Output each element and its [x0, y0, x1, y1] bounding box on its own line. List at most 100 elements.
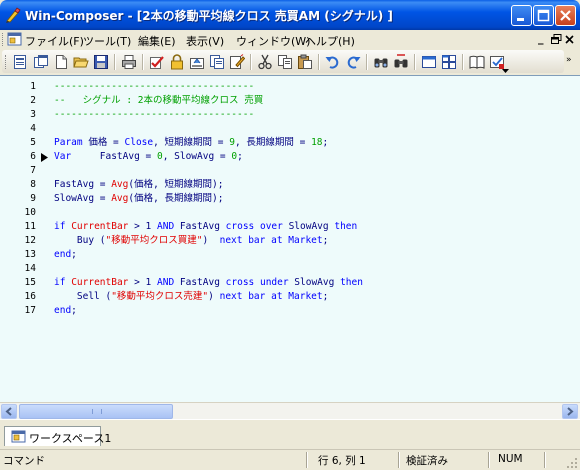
code-line[interactable]: 12 Buy ("移動平均クロス買建") next bar at Market;	[0, 234, 580, 248]
status-separator	[488, 452, 490, 468]
code-token: at	[271, 291, 283, 302]
code-line[interactable]: 8 FastAvg = Avg(価格, 短期線期間);	[0, 178, 580, 192]
child-close-icon[interactable]	[565, 35, 574, 44]
paste-icon[interactable]	[297, 54, 313, 70]
code-line[interactable]: 15 if CurrentBar > 1 AND FastAvg cross un…	[0, 276, 580, 290]
menu-grip[interactable]	[2, 33, 6, 46]
window-icon[interactable]	[421, 54, 437, 70]
book-icon[interactable]	[469, 54, 485, 70]
code-token: , 長期線期間 =	[234, 137, 312, 148]
code-token: (価格, 短期線期間);	[128, 179, 224, 190]
child-restore-icon[interactable]	[551, 34, 562, 45]
code-token: , 短期線期間 =	[153, 137, 230, 148]
code-editor[interactable]: 1 ----------------------------------- 2 -- …	[0, 75, 580, 402]
tile-windows-icon[interactable]	[441, 54, 457, 70]
dropdown-arrow-icon[interactable]	[502, 69, 509, 73]
minimize-button[interactable]	[511, 5, 532, 26]
scroll-right-button[interactable]	[562, 404, 578, 419]
toolbar-band	[2, 50, 564, 73]
undo-icon[interactable]	[325, 54, 341, 70]
code-line[interactable]: 6 Var FastAvg = 0, SlowAvg = 0;	[0, 150, 580, 164]
code-line[interactable]: 4	[0, 122, 580, 136]
close-button[interactable]	[555, 5, 576, 26]
app-icon[interactable]	[5, 7, 21, 23]
code-line[interactable]: 9 SlowAvg = Avg(価格, 長期線期間);	[0, 192, 580, 206]
replace-icon[interactable]	[393, 54, 409, 70]
code-line[interactable]: 1 -----------------------------------	[0, 80, 580, 94]
print-icon[interactable]	[121, 54, 137, 70]
toolbar-separator	[462, 54, 464, 70]
window-title: Win-Composer - [2本の移動平均線クロス 売買AM (シグナル) …	[25, 9, 393, 23]
find-binoculars-icon[interactable]	[373, 54, 389, 70]
verify-check-icon[interactable]	[149, 54, 165, 70]
copy-page-icon[interactable]	[209, 54, 225, 70]
code-token: FastAvg =	[71, 151, 157, 162]
toolbar-separator	[142, 54, 144, 70]
scroll-left-button[interactable]	[1, 404, 17, 419]
code-line[interactable]: 7	[0, 164, 580, 178]
code-text: FastAvg = Avg(価格, 短期線期間);	[54, 178, 223, 192]
redo-icon[interactable]	[345, 54, 361, 70]
code-line[interactable]: 13 end;	[0, 248, 580, 262]
workspace-tab-bar: ワークスペース1	[0, 419, 580, 450]
scroll-track[interactable]	[175, 404, 561, 419]
code-text: if CurrentBar > 1 AND FastAvg cross over…	[54, 220, 357, 234]
code-line[interactable]: 16 Sell ("移動平均クロス売建") next bar at Market…	[0, 290, 580, 304]
code-text: -----------------------------------	[54, 80, 254, 94]
code-token: then	[340, 277, 363, 288]
line-number: 4	[30, 123, 36, 134]
toolbar-overflow-chevron-icon[interactable]: »	[566, 55, 576, 69]
line-number: 15	[24, 277, 36, 288]
menu-window[interactable]: ウィンドウ(W)	[236, 33, 310, 49]
code-token: Sell (	[54, 291, 112, 302]
line-number: 12	[24, 235, 36, 246]
code-token: Param	[54, 137, 83, 148]
document-window-icon[interactable]	[7, 32, 23, 47]
current-line-arrow-icon	[41, 153, 48, 162]
open-folder-icon[interactable]	[73, 54, 89, 70]
code-line[interactable]: 17 end;	[0, 304, 580, 318]
code-line[interactable]: 14	[0, 262, 580, 276]
code-line[interactable]: 11 if CurrentBar > 1 AND FastAvg cross ov…	[0, 220, 580, 234]
line-number: 10	[24, 207, 36, 218]
resize-grip-icon[interactable]	[566, 457, 578, 469]
cut-icon[interactable]	[257, 54, 273, 70]
code-text: Buy ("移動平均クロス買建") next bar at Market;	[54, 234, 328, 248]
scroll-thumb[interactable]	[19, 404, 173, 419]
menu-tools[interactable]: ツール(T)	[83, 33, 131, 49]
code-token: if	[54, 277, 66, 288]
blank-page-icon[interactable]	[53, 54, 69, 70]
menu-help[interactable]: ヘルプ(H)	[305, 33, 355, 49]
properties-icon[interactable]	[189, 54, 205, 70]
code-line[interactable]: 10	[0, 206, 580, 220]
menu-view[interactable]: 表示(V)	[186, 33, 224, 49]
code-token: "移動平均クロス売建"	[111, 291, 209, 302]
code-line[interactable]: 3 -----------------------------------	[0, 108, 580, 122]
lock-icon[interactable]	[169, 54, 185, 70]
toolbar-grip[interactable]	[5, 55, 9, 69]
code-token: AND	[157, 277, 175, 288]
copy-icon[interactable]	[277, 54, 293, 70]
code-token: CurrentBar	[71, 277, 129, 288]
maximize-button[interactable]	[533, 5, 554, 26]
new-doc-icon[interactable]	[12, 54, 28, 70]
status-num-lock: NUM	[498, 453, 523, 465]
code-token: Close	[124, 137, 154, 148]
tab-workspace1[interactable]: ワークスペース1	[4, 426, 111, 446]
arrow-right-icon	[567, 407, 574, 416]
child-minimize-button[interactable]: _	[538, 32, 544, 45]
help-index-icon[interactable]	[489, 54, 505, 70]
code-line[interactable]: 2 -- シグナル : 2本の移動平均線クロス 売買	[0, 94, 580, 108]
save-icon[interactable]	[93, 54, 109, 70]
menu-file[interactable]: ファイル(F)	[25, 33, 84, 49]
new-window-icon[interactable]	[33, 54, 49, 70]
code-token: > 1	[128, 221, 157, 232]
title-bar[interactable]: Win-Composer - [2本の移動平均線クロス 売買AM (シグナル) …	[0, 0, 580, 30]
edit-page-icon[interactable]	[229, 54, 245, 70]
line-number: 5	[30, 137, 36, 148]
code-token: FastAvg	[174, 221, 226, 232]
code-token: next bar	[219, 235, 266, 246]
code-line[interactable]: 5 Param 価格 = Close, 短期線期間 = 9, 長期線期間 = 18…	[0, 136, 580, 150]
horizontal-scrollbar[interactable]	[0, 402, 580, 420]
menu-edit[interactable]: 編集(E)	[138, 33, 176, 49]
